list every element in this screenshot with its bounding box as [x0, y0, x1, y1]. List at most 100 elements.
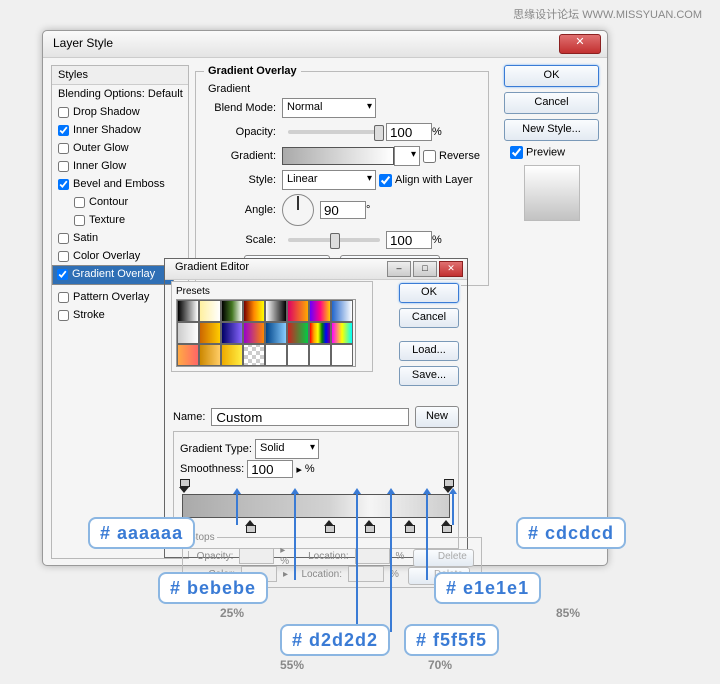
- style-select[interactable]: Linear: [282, 170, 376, 190]
- color-callout: # f5f5f5: [404, 624, 499, 656]
- stop-delete-button[interactable]: Delete: [413, 549, 473, 567]
- scale-input[interactable]: [386, 231, 432, 249]
- opacity-label: Opacity:: [204, 126, 282, 138]
- style-item[interactable]: Contour: [52, 193, 188, 211]
- preset-swatch[interactable]: [221, 322, 243, 344]
- preset-swatch[interactable]: [309, 344, 331, 366]
- panel-title: Gradient Overlay: [204, 65, 301, 77]
- preset-swatch[interactable]: [331, 300, 353, 322]
- color-stop[interactable]: [404, 515, 414, 527]
- preset-swatch[interactable]: [309, 322, 331, 344]
- new-button[interactable]: New: [415, 406, 459, 428]
- style-item[interactable]: Bevel and Emboss: [52, 175, 188, 193]
- angle-dial[interactable]: [282, 194, 314, 226]
- styles-header[interactable]: Styles: [52, 66, 188, 85]
- stop-location-field[interactable]: [355, 548, 390, 564]
- preset-swatch[interactable]: [243, 344, 265, 366]
- name-label: Name:: [173, 411, 205, 423]
- preset-swatch[interactable]: [287, 300, 309, 322]
- titlebar[interactable]: Layer Style ✕: [43, 31, 607, 58]
- gradient-bar[interactable]: [182, 494, 450, 518]
- color-stop[interactable]: [324, 515, 334, 527]
- smoothness-label: Smoothness:: [180, 463, 244, 475]
- preset-swatch[interactable]: [177, 344, 199, 366]
- preset-swatch[interactable]: [287, 344, 309, 366]
- stop-opacity-field[interactable]: [239, 548, 274, 564]
- ok-button[interactable]: OK: [504, 65, 599, 87]
- smoothness-input[interactable]: [247, 460, 293, 478]
- ge-load-button[interactable]: Load...: [399, 341, 459, 361]
- gradient-label: Gradient:: [204, 150, 282, 162]
- color-callout: # d2d2d2: [280, 624, 390, 656]
- style-item[interactable]: Texture: [52, 211, 188, 229]
- preset-swatch[interactable]: [265, 300, 287, 322]
- preset-swatch[interactable]: [287, 322, 309, 344]
- stop-location-field[interactable]: [348, 566, 384, 582]
- preset-swatch[interactable]: [331, 322, 353, 344]
- preset-swatch[interactable]: [221, 344, 243, 366]
- style-item[interactable]: Inner Glow: [52, 157, 188, 175]
- preset-swatch[interactable]: [177, 300, 199, 322]
- gradient-type-select[interactable]: Solid: [255, 439, 319, 459]
- preset-swatch[interactable]: [199, 322, 221, 344]
- blendmode-select[interactable]: Normal: [282, 98, 376, 118]
- ge-close-icon[interactable]: ✕: [439, 261, 463, 277]
- scale-slider[interactable]: [288, 238, 380, 242]
- ge-title: Gradient Editor: [175, 261, 249, 273]
- preset-swatch[interactable]: [265, 344, 287, 366]
- presets-group: Presets: [171, 281, 373, 372]
- preset-swatch[interactable]: [199, 300, 221, 322]
- cancel-button[interactable]: Cancel: [504, 92, 599, 114]
- preset-swatches[interactable]: [176, 299, 356, 367]
- name-input[interactable]: [211, 408, 409, 426]
- close-button[interactable]: ✕: [559, 34, 601, 54]
- opacity-slider[interactable]: [288, 130, 380, 134]
- preview-swatch: [524, 165, 580, 221]
- style-item[interactable]: Outer Glow: [52, 139, 188, 157]
- blending-options-item[interactable]: Blending Options: Default: [52, 85, 188, 103]
- style-item[interactable]: Inner Shadow: [52, 121, 188, 139]
- new-style-button[interactable]: New Style...: [504, 119, 599, 141]
- align-checkbox[interactable]: [379, 174, 392, 187]
- preview-checkbox[interactable]: Preview: [504, 146, 599, 159]
- gradient-type-label: Gradient Type:: [180, 443, 252, 455]
- gradient-drop[interactable]: [394, 146, 420, 166]
- reverse-checkbox[interactable]: [423, 150, 436, 163]
- preset-swatch[interactable]: [265, 322, 287, 344]
- color-callout: # aaaaaa: [88, 517, 195, 549]
- preset-swatch[interactable]: [309, 300, 331, 322]
- watermark: 思缘设计论坛 WWW.MISSYUAN.COM: [513, 6, 702, 22]
- opacity-input[interactable]: [386, 123, 432, 141]
- opacity-stop[interactable]: [179, 481, 189, 493]
- preset-swatch[interactable]: [199, 344, 221, 366]
- stop-percent-label: 55%: [280, 658, 304, 672]
- angle-label: Angle:: [204, 204, 282, 216]
- preset-swatch[interactable]: [221, 300, 243, 322]
- color-callout: # e1e1e1: [434, 572, 541, 604]
- ge-save-button[interactable]: Save...: [399, 366, 459, 386]
- style-item[interactable]: Drop Shadow: [52, 103, 188, 121]
- stop-percent-label: 70%: [428, 658, 452, 672]
- style-item[interactable]: Satin: [52, 229, 188, 247]
- ge-titlebar[interactable]: Gradient Editor –□✕: [165, 259, 467, 280]
- preset-swatch[interactable]: [243, 300, 265, 322]
- color-callout: # cdcdcd: [516, 517, 626, 549]
- preset-swatch[interactable]: [331, 344, 353, 366]
- color-stop[interactable]: [364, 515, 374, 527]
- stop-percent-label: 85%: [556, 606, 580, 620]
- ge-cancel-button[interactable]: Cancel: [399, 308, 459, 328]
- gradient-editor-dialog: Gradient Editor –□✕ Presets OK Cancel Lo…: [164, 258, 468, 558]
- presets-label: Presets: [176, 286, 368, 297]
- style-item[interactable]: Gradient Overlay: [52, 265, 174, 285]
- ge-max-icon[interactable]: □: [413, 261, 437, 277]
- color-stop[interactable]: [441, 515, 451, 527]
- color-stop[interactable]: [245, 515, 255, 527]
- ge-ok-button[interactable]: OK: [399, 283, 459, 303]
- preset-swatch[interactable]: [177, 322, 199, 344]
- angle-input[interactable]: [320, 201, 366, 219]
- scale-label: Scale:: [204, 234, 282, 246]
- ge-min-icon[interactable]: –: [387, 261, 411, 277]
- blendmode-label: Blend Mode:: [204, 102, 282, 114]
- gradient-picker[interactable]: [282, 147, 394, 165]
- preset-swatch[interactable]: [243, 322, 265, 344]
